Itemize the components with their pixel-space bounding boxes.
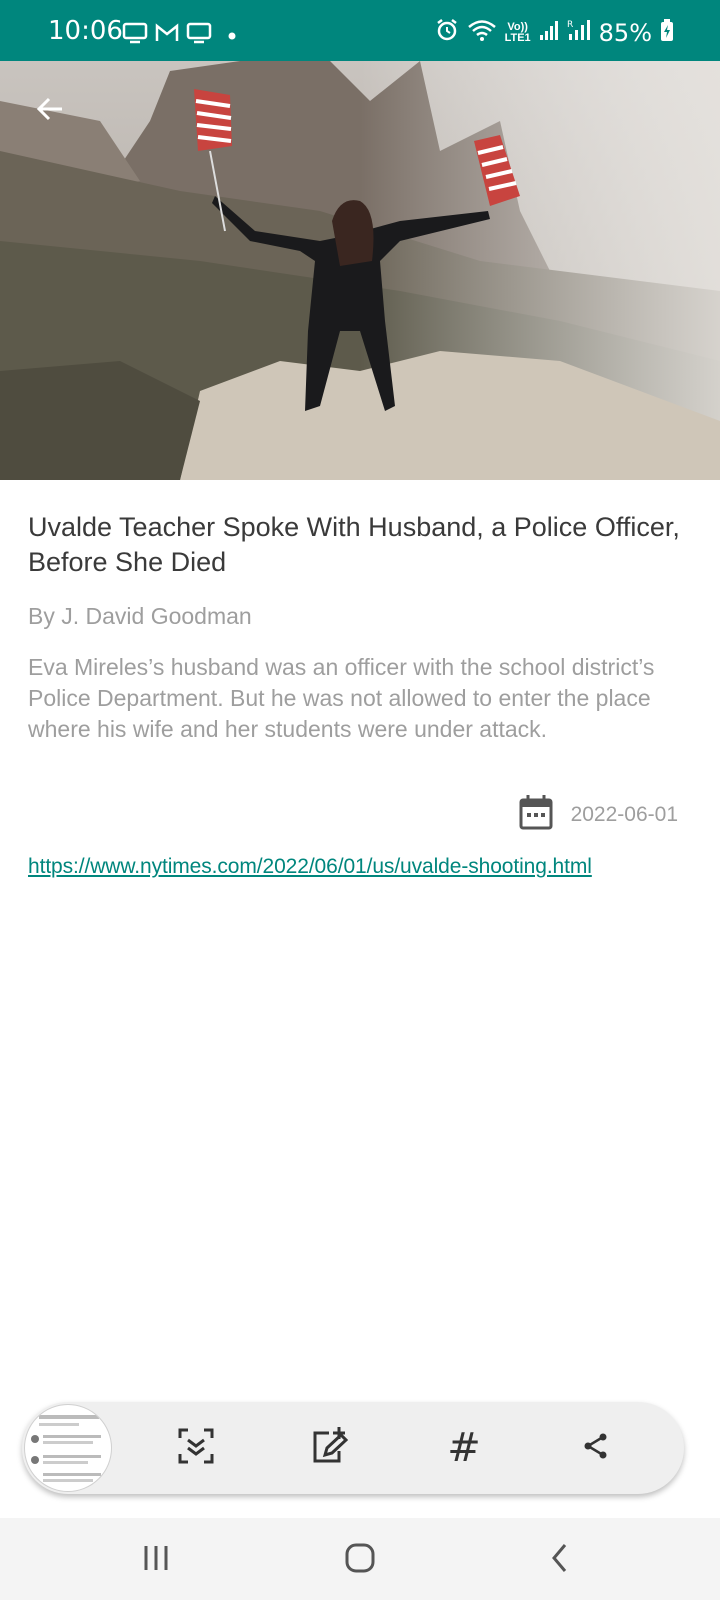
- capture-thumbnail[interactable]: [24, 1404, 112, 1492]
- screen-cast-icon: [186, 22, 212, 49]
- arrow-left-icon: [34, 93, 66, 125]
- article-date: 2022-06-01: [570, 802, 678, 826]
- svg-text:R: R: [567, 20, 573, 30]
- status-time: 10:06: [48, 16, 123, 46]
- smart-select-button[interactable]: [172, 1424, 220, 1472]
- smart-select-icon: [176, 1426, 216, 1471]
- alarm-icon: [435, 18, 459, 47]
- article-byline: By J. David Goodman: [28, 603, 252, 629]
- signal-icon: [539, 19, 559, 46]
- home-button[interactable]: [330, 1538, 390, 1582]
- article-summary: Eva Mireles’s husband was an officer wit…: [28, 654, 655, 742]
- article-content: Uvalde Teacher Spoke With Husband, a Pol…: [28, 510, 692, 878]
- article-date-row: 2022-06-01: [28, 794, 678, 835]
- volte-label: Vo)) LTE1: [504, 20, 531, 44]
- recent-apps-icon: [141, 1544, 171, 1577]
- dot-icon: [228, 27, 236, 45]
- home-icon: [344, 1542, 376, 1579]
- status-notification-icons: [122, 22, 236, 49]
- back-button[interactable]: [28, 87, 72, 131]
- nav-back-button[interactable]: [530, 1538, 590, 1582]
- share-icon: [581, 1431, 611, 1466]
- share-button[interactable]: [572, 1424, 620, 1472]
- draw-button[interactable]: [306, 1424, 354, 1472]
- hashtag-button[interactable]: #: [440, 1424, 488, 1472]
- wifi-icon: [467, 18, 497, 47]
- draw-icon: [309, 1425, 351, 1472]
- gmail-icon: [154, 22, 180, 49]
- article-title: Uvalde Teacher Spoke With Husband, a Pol…: [28, 512, 680, 577]
- article-hero-image: [0, 61, 720, 480]
- battery-charging-icon: [660, 18, 674, 47]
- recent-apps-button[interactable]: [126, 1538, 186, 1582]
- calendar-icon: [519, 794, 553, 835]
- article-url-link[interactable]: https://www.nytimes.com/2022/06/01/us/uv…: [28, 855, 592, 879]
- hashtag-icon: #: [447, 1425, 481, 1471]
- signal-roaming-icon: R: [567, 18, 591, 47]
- back-icon: [548, 1542, 572, 1579]
- battery-percentage: 85%: [598, 18, 652, 47]
- system-navigation-bar: [0, 1518, 720, 1600]
- screen-cast-icon: [122, 22, 148, 49]
- screenshot-toolbar: #: [22, 1402, 684, 1494]
- status-bar: 10:06 Vo)) LTE1 R 85%: [0, 0, 720, 61]
- status-system-icons: Vo)) LTE1 R 85%: [435, 18, 674, 47]
